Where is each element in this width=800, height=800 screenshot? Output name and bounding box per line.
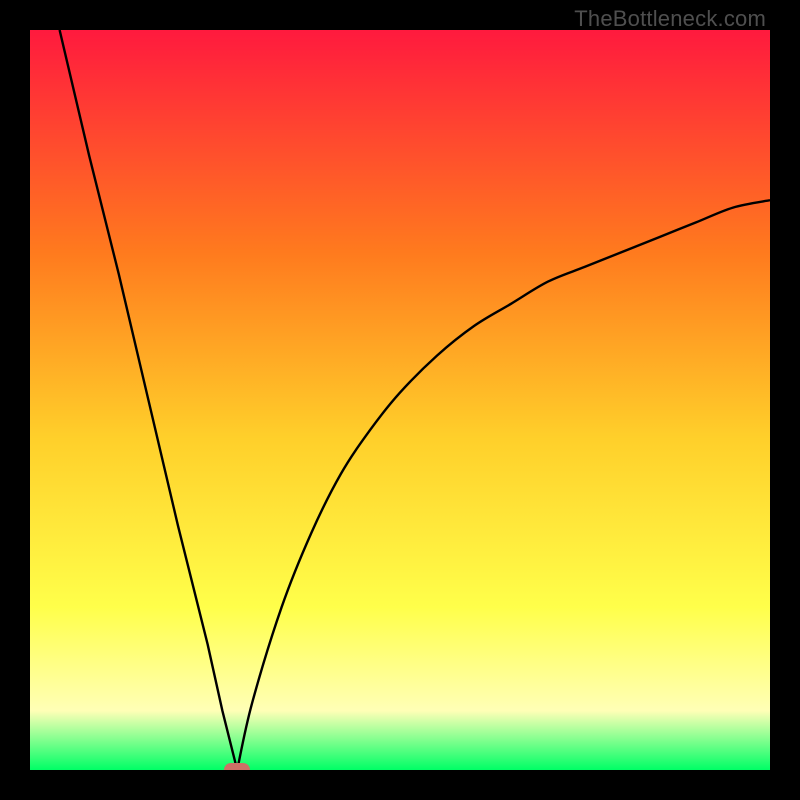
- minimum-marker: [224, 763, 250, 770]
- chart-frame: TheBottleneck.com: [0, 0, 800, 800]
- bottleneck-curve: [30, 30, 770, 770]
- plot-area: [30, 30, 770, 770]
- watermark-text: TheBottleneck.com: [574, 6, 766, 32]
